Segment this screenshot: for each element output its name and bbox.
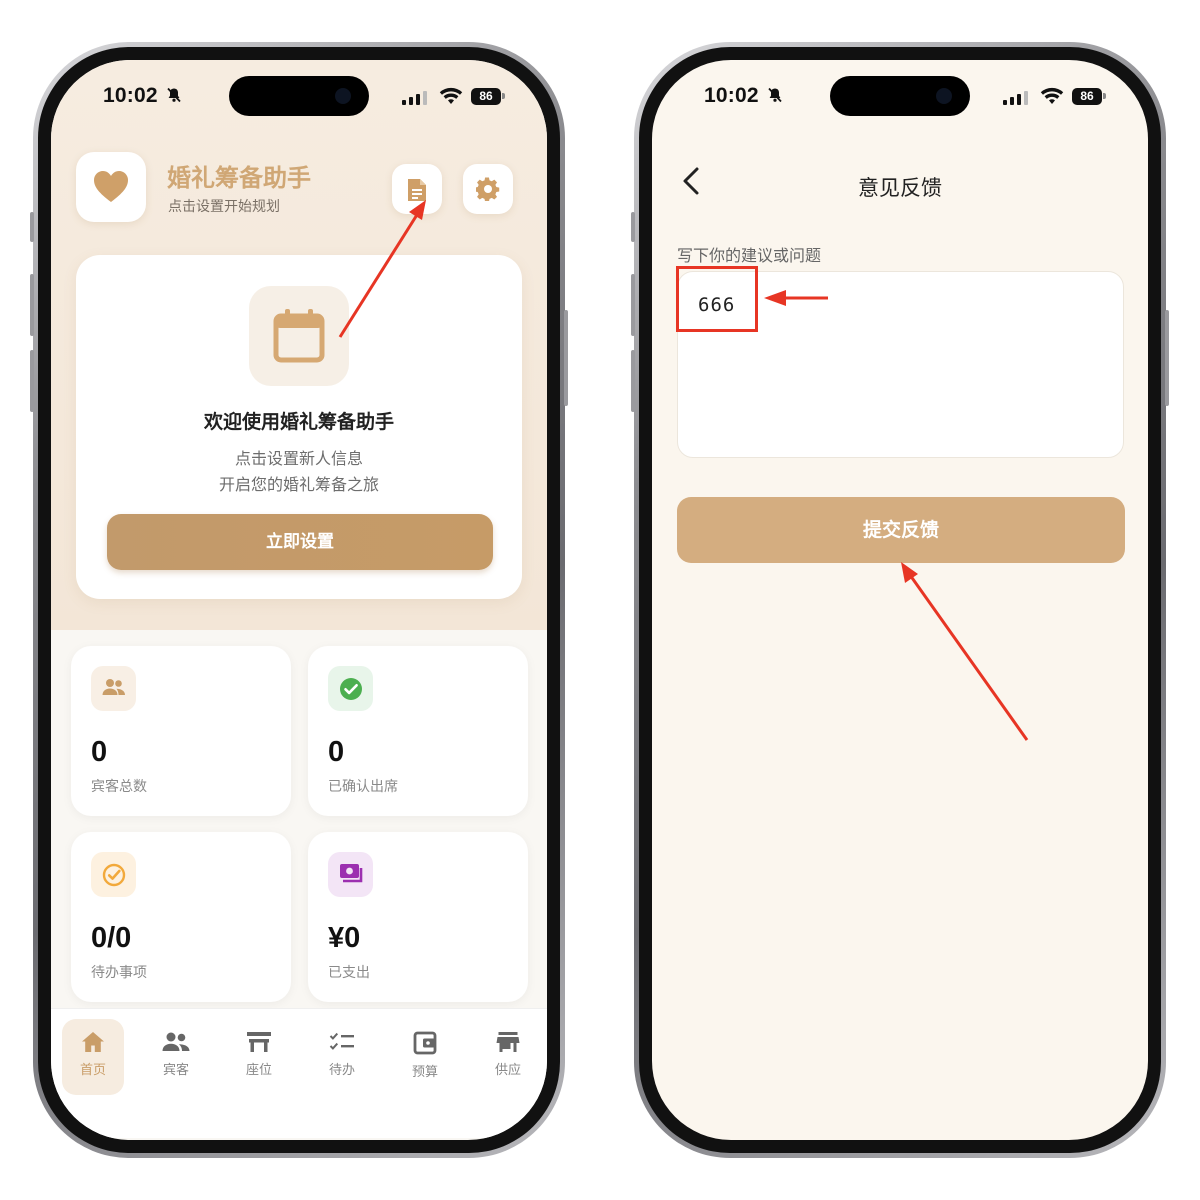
annotation-arrow-value xyxy=(764,290,828,306)
annotation-arrow-submit xyxy=(901,562,1029,741)
annotation-highlight-box xyxy=(676,266,758,332)
screenshot-canvas: 10:02 86 婚礼筹备助手 点击设置开始规划 欢迎使用婚礼筹备助手 点击设置… xyxy=(0,0,1200,1200)
annotation-layer xyxy=(338,200,1029,741)
annotation-arrow-left xyxy=(338,200,426,338)
